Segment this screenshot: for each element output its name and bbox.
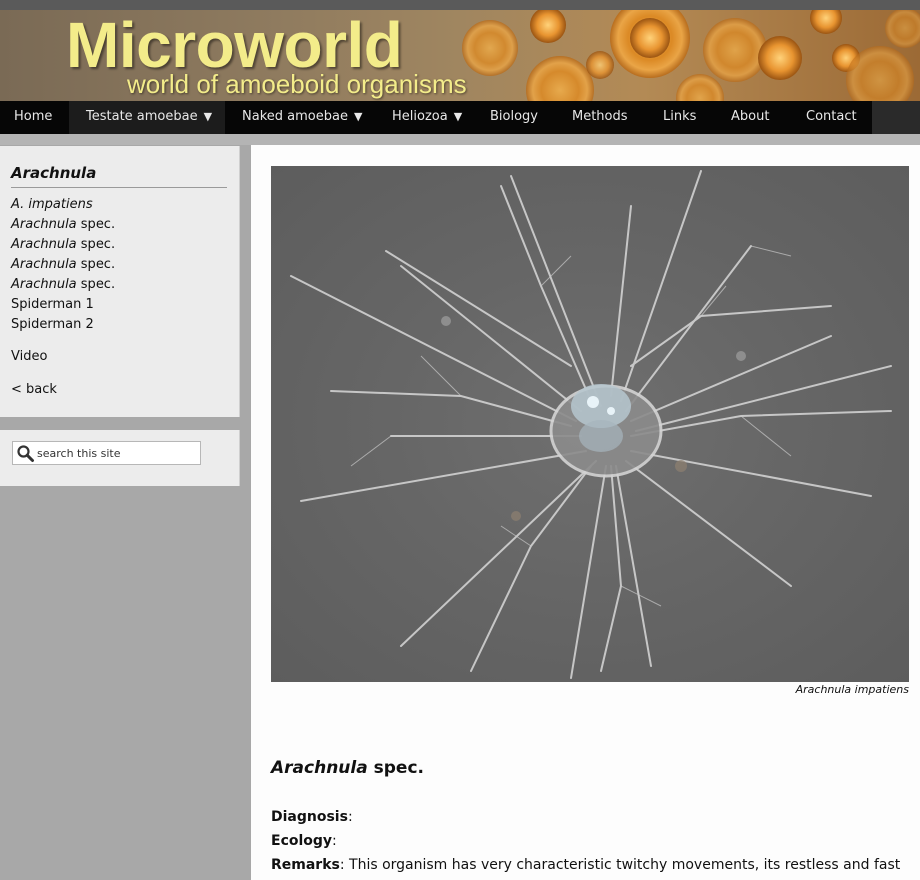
ecology-text: : bbox=[332, 833, 337, 849]
sidebar-link-text: Spiderman 1 bbox=[11, 297, 94, 312]
sidebar-menu: Arachnula A. impatiens Arachnula spec. A… bbox=[0, 146, 240, 417]
back-link[interactable]: < back bbox=[11, 382, 57, 397]
site-banner: Microworld world of amoeboid organisms bbox=[0, 10, 920, 101]
sidebar-link-italic: Arachnula bbox=[11, 217, 77, 232]
nav-testate-amoebae[interactable]: Testate amoebae ▼ bbox=[69, 101, 225, 134]
diagnosis-text: : bbox=[347, 809, 353, 825]
sidebar-link-text: spec. bbox=[76, 217, 116, 232]
search-box[interactable] bbox=[12, 441, 201, 465]
nav-naked-amoebae[interactable]: Naked amoebae ▼ bbox=[225, 101, 375, 134]
sidebar-link-italic: Arachnula bbox=[11, 237, 77, 252]
nav-naked-amoebae-label: Naked amoebae bbox=[242, 109, 348, 124]
dropdown-arrow-icon: ▼ bbox=[353, 110, 363, 123]
top-strip bbox=[0, 0, 920, 10]
main-nav: Home Testate amoebae ▼ Naked amoebae ▼ Hel… bbox=[0, 101, 920, 135]
nav-shadow-strip bbox=[0, 134, 920, 145]
sidebar-divider bbox=[11, 187, 227, 188]
sidebar-link-a-impatiens[interactable]: A. impatiens bbox=[11, 197, 93, 212]
species-heading-genus: Arachnula bbox=[271, 758, 368, 778]
remarks-line: Remarks: This organism has very characte… bbox=[271, 857, 900, 873]
amoeba-image bbox=[290, 170, 892, 679]
remarks-label: Remarks bbox=[271, 857, 340, 873]
nav-links[interactable]: Links bbox=[646, 101, 714, 134]
sidebar-title: Arachnula bbox=[11, 164, 97, 182]
ecology-label: Ecology bbox=[271, 833, 333, 849]
sidebar-link-spiderman-2[interactable]: Spiderman 2 bbox=[11, 317, 94, 332]
main-content: Arachnula impatiens Arachnula spec. Diag… bbox=[251, 145, 920, 880]
sidebar-link-italic: Arachnula bbox=[11, 257, 77, 272]
nav-links-label: Links bbox=[663, 109, 697, 124]
nav-biology-label: Biology bbox=[490, 109, 538, 124]
nav-heliozoa-label: Heliozoa bbox=[392, 109, 448, 124]
nav-heliozoa[interactable]: Heliozoa ▼ bbox=[375, 101, 475, 134]
photo-caption: Arachnula impatiens bbox=[795, 683, 909, 696]
nav-end-cap bbox=[872, 101, 920, 134]
search-panel bbox=[0, 430, 240, 486]
sidebar-link-arachnula-spec-4[interactable]: Arachnula spec. bbox=[11, 277, 115, 292]
nav-home[interactable]: Home bbox=[0, 101, 69, 134]
ecology-line: Ecology: bbox=[271, 833, 337, 849]
remarks-text: : This organism has very characteristic … bbox=[339, 857, 901, 873]
sidebar-link-text: Spiderman 2 bbox=[11, 317, 94, 332]
dropdown-arrow-icon: ▼ bbox=[453, 110, 463, 123]
sidebar-link-italic: A. impatiens bbox=[11, 197, 93, 212]
sidebar-link-arachnula-spec-3[interactable]: Arachnula spec. bbox=[11, 257, 115, 272]
diagnosis-line: Diagnosis: bbox=[271, 809, 353, 825]
sidebar-link-video[interactable]: Video bbox=[11, 349, 47, 364]
site-subtitle: world of amoeboid organisms bbox=[127, 69, 467, 99]
sidebar-link-arachnula-spec-2[interactable]: Arachnula spec. bbox=[11, 237, 115, 252]
sidebar-link-text: spec. bbox=[76, 277, 116, 292]
arachnula-photo[interactable] bbox=[271, 166, 909, 682]
nav-about[interactable]: About bbox=[714, 101, 788, 134]
nav-methods[interactable]: Methods bbox=[554, 101, 646, 134]
diagnosis-label: Diagnosis bbox=[271, 809, 348, 825]
nav-contact[interactable]: Contact bbox=[788, 101, 872, 134]
sidebar-link-spiderman-1[interactable]: Spiderman 1 bbox=[11, 297, 94, 312]
species-heading: Arachnula spec. bbox=[271, 758, 424, 778]
nav-testate-amoebae-label: Testate amoebae bbox=[86, 109, 198, 124]
sidebar-link-text: spec. bbox=[76, 257, 116, 272]
search-input[interactable] bbox=[37, 444, 197, 462]
nav-biology[interactable]: Biology bbox=[475, 101, 554, 134]
dropdown-arrow-icon: ▼ bbox=[203, 110, 213, 123]
species-heading-rest: spec. bbox=[367, 758, 424, 778]
nav-home-label: Home bbox=[14, 109, 53, 124]
search-icon[interactable] bbox=[16, 444, 35, 463]
nav-about-label: About bbox=[731, 109, 770, 124]
nav-contact-label: Contact bbox=[806, 109, 857, 124]
sidebar-link-text: spec. bbox=[76, 237, 116, 252]
nav-methods-label: Methods bbox=[572, 109, 628, 124]
sidebar-link-italic: Arachnula bbox=[11, 277, 77, 292]
sidebar-link-arachnula-spec-1[interactable]: Arachnula spec. bbox=[11, 217, 115, 232]
